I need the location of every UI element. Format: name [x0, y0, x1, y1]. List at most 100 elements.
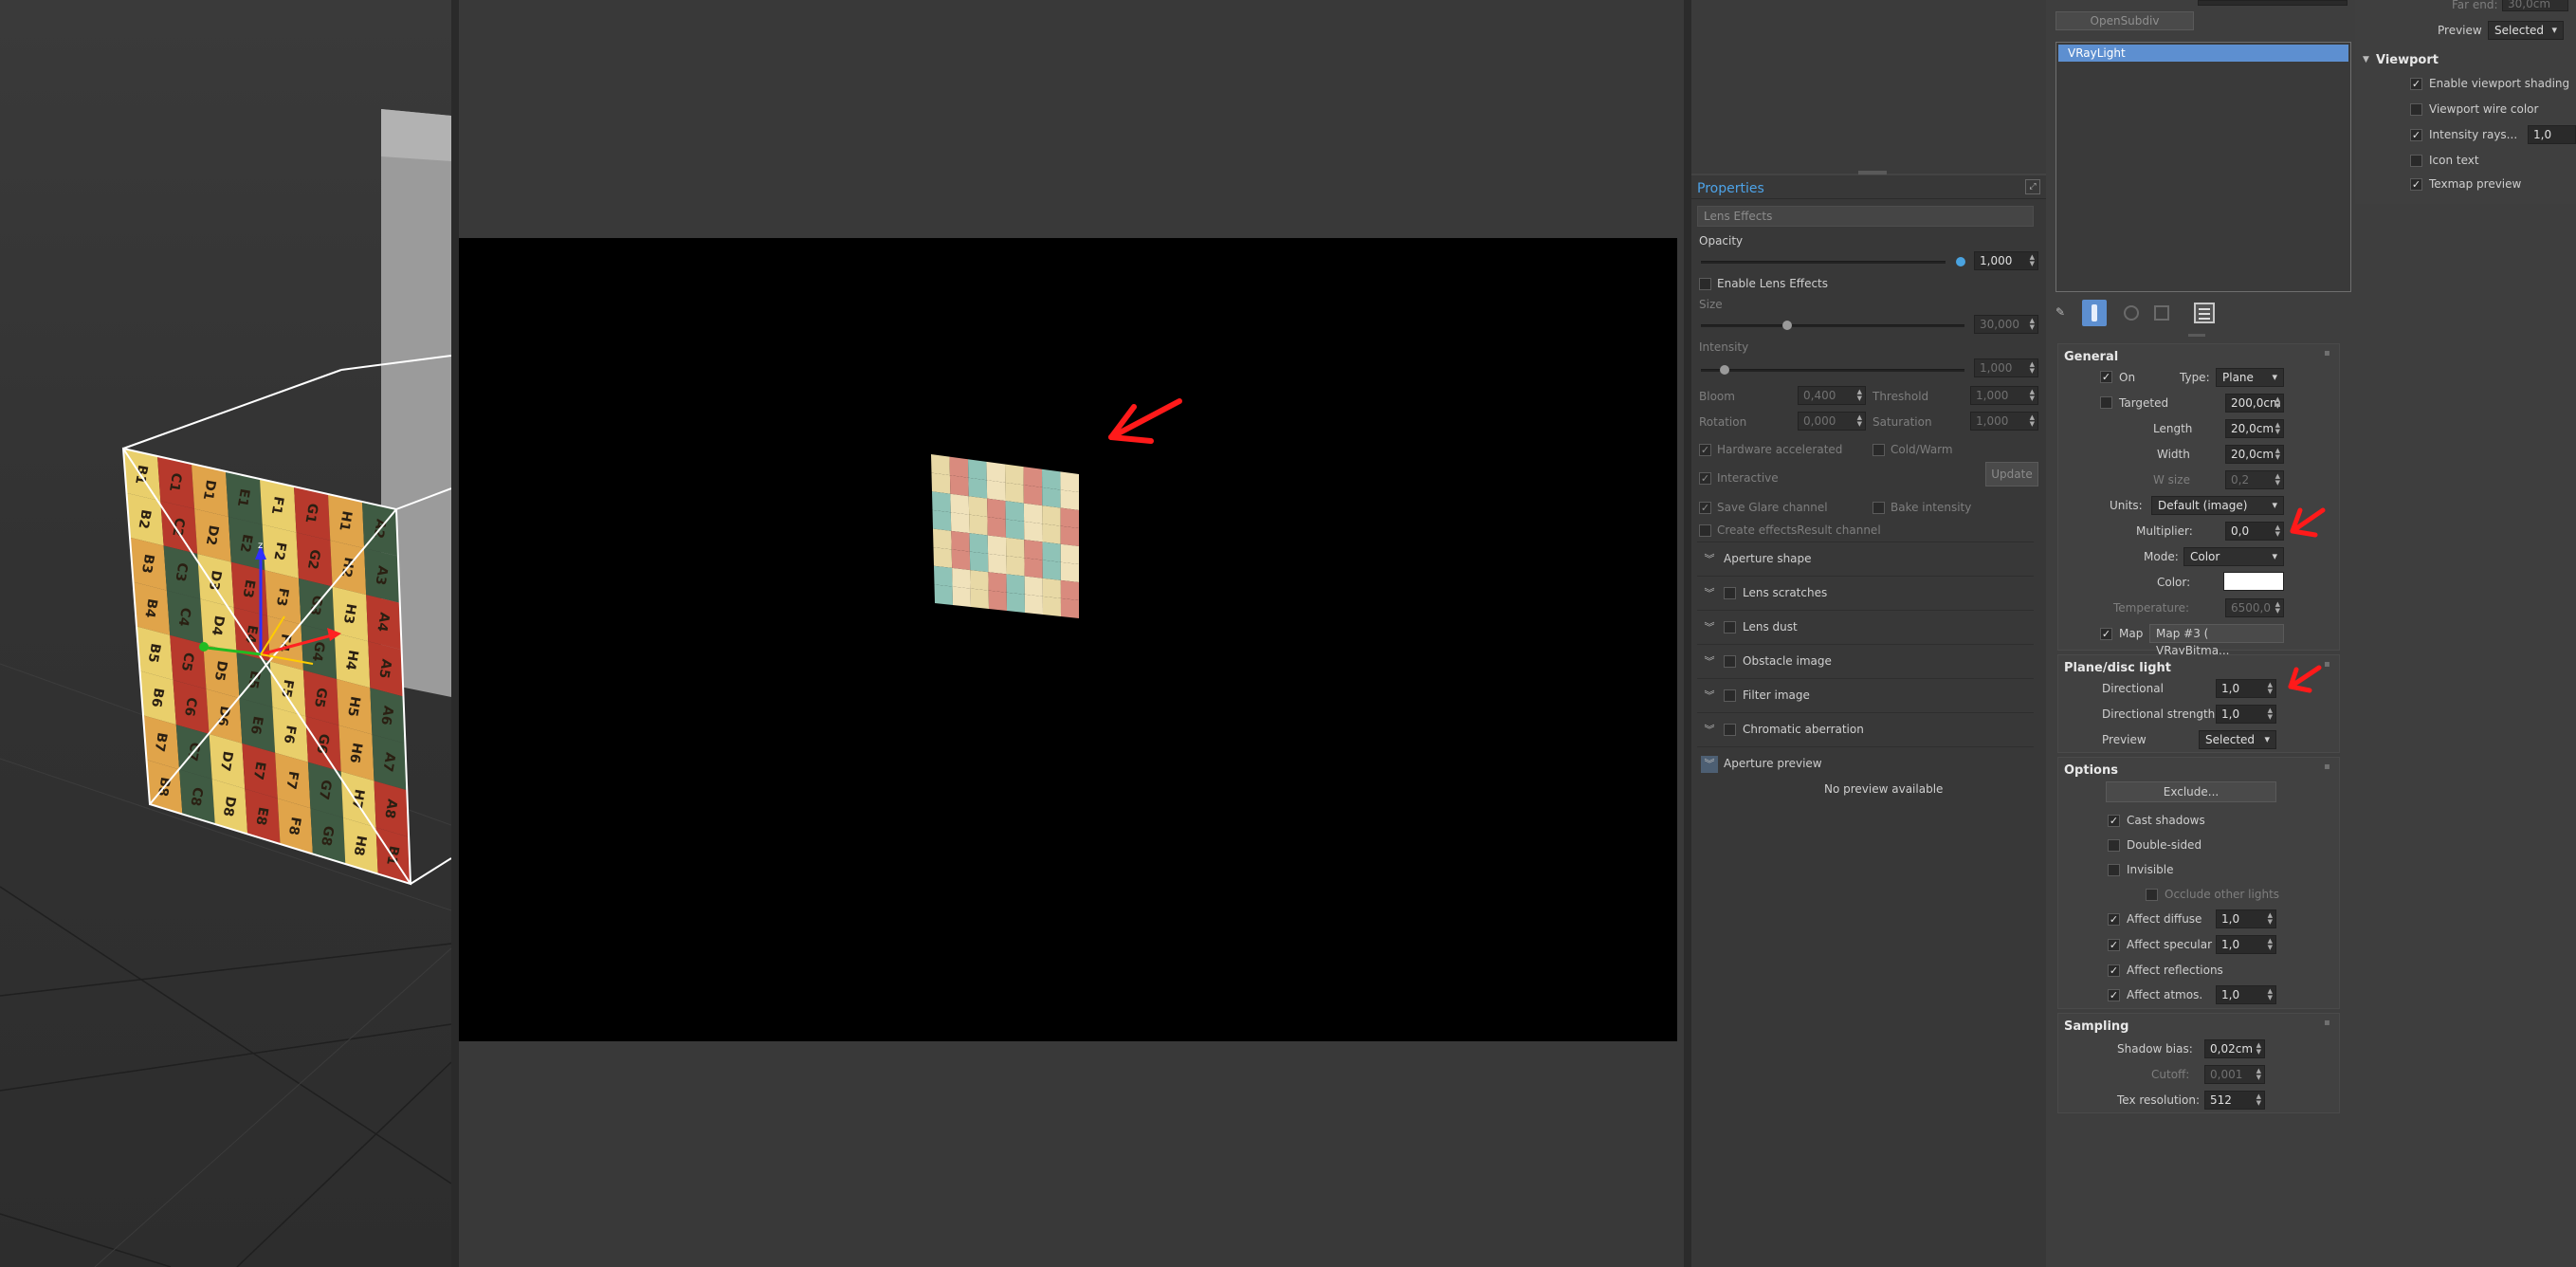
render-canvas[interactable]: [459, 238, 1677, 1041]
chromatic-aberration-checkbox[interactable]: [1724, 724, 1736, 736]
opensubdiv-button[interactable]: OpenSubdiv: [2055, 11, 2194, 30]
hierarchy-tab-icon[interactable]: [2124, 305, 2139, 321]
splitter-handle[interactable]: [1858, 171, 1887, 174]
targeted-checkbox[interactable]: [2100, 396, 2112, 409]
utilities-tab-icon[interactable]: [2194, 303, 2215, 323]
affect-diffuse-field[interactable]: 1,0 ▲ ▼: [2216, 909, 2276, 928]
directional-field[interactable]: 1,0 ▲ ▼: [2216, 679, 2276, 698]
map-checkbox[interactable]: ✓: [2100, 628, 2112, 640]
create-tab-icon[interactable]: ✎: [2055, 305, 2069, 321]
affect-specular-field[interactable]: 1,0 ▲ ▼: [2216, 935, 2276, 954]
rollout-lens-scratches[interactable]: ︾ Lens scratches: [1697, 576, 2034, 610]
rollout-aperture-shape[interactable]: ︾ Aperture shape: [1697, 542, 2034, 576]
chevron-down-icon[interactable]: ︾: [1701, 653, 1718, 670]
obstacle-image-checkbox[interactable]: [1724, 655, 1736, 668]
opacity-slider[interactable]: [1701, 261, 1946, 264]
collapse-triangle-icon[interactable]: ▼: [2363, 55, 2369, 64]
top-field-stub[interactable]: [2198, 0, 2348, 6]
size-field[interactable]: 30,000 ▲ ▼: [1974, 315, 2038, 334]
chevron-down-icon[interactable]: ︾: [1701, 756, 1718, 773]
intensity-rays-field[interactable]: 1,0: [2528, 125, 2576, 144]
viewport-separator[interactable]: [451, 0, 459, 1267]
type-dropdown[interactable]: Plane: [2216, 368, 2284, 387]
cold-warm-checkbox[interactable]: [1873, 444, 1885, 456]
opacity-slider-thumb[interactable]: [1956, 257, 1965, 266]
bake-intensity-checkbox[interactable]: [1873, 502, 1885, 514]
shadow-bias-field[interactable]: 0,02cm ▲ ▼: [2204, 1039, 2265, 1058]
cast-shadows-checkbox[interactable]: ✓: [2108, 815, 2120, 827]
update-button[interactable]: Update: [1985, 462, 2038, 487]
motion-tab-icon[interactable]: [2154, 305, 2169, 321]
size-slider[interactable]: [1701, 324, 1964, 327]
hardware-accelerated-checkbox[interactable]: ✓: [1699, 444, 1711, 456]
on-checkbox[interactable]: ✓: [2100, 371, 2112, 383]
preview-dropdown[interactable]: Selected: [2199, 730, 2276, 749]
rollout-label: Aperture shape: [1724, 552, 1812, 565]
size-slider-thumb[interactable]: [1782, 321, 1792, 330]
rollout-grip-icon[interactable]: ▪: [2324, 1018, 2330, 1028]
saturation-field[interactable]: 1,000 ▲ ▼: [1970, 412, 2038, 431]
opacity-field[interactable]: 1,000 ▲ ▼: [1974, 251, 2038, 270]
affect-atmos-field[interactable]: 1,0 ▲ ▼: [2216, 985, 2276, 1004]
viewport-wire-color-checkbox[interactable]: [2410, 103, 2422, 116]
affect-atmos-checkbox[interactable]: ✓: [2108, 989, 2120, 1001]
checker-tile: [951, 549, 971, 571]
lens-scratches-checkbox[interactable]: [1724, 587, 1736, 599]
double-sided-checkbox[interactable]: [2108, 839, 2120, 852]
threshold-field[interactable]: 1,000 ▲ ▼: [1970, 386, 2038, 405]
enable-lens-effects-checkbox[interactable]: [1699, 278, 1711, 290]
tab-grip[interactable]: [2188, 334, 2205, 337]
map-button[interactable]: Map #3 ( VRayBitma...: [2149, 624, 2284, 657]
chevron-down-icon[interactable]: ︾: [1701, 722, 1718, 739]
interactive-checkbox[interactable]: ✓: [1699, 472, 1711, 485]
rollout-lens-dust[interactable]: ︾ Lens dust: [1697, 610, 2034, 644]
chevron-down-icon[interactable]: ︾: [1701, 585, 1718, 602]
mode-dropdown[interactable]: Color: [2183, 547, 2284, 566]
rollout-grip-icon[interactable]: ▪: [2324, 348, 2330, 358]
annotation-arrow-head: [2288, 684, 2312, 693]
filter-image-checkbox[interactable]: [1724, 689, 1736, 702]
bloom-field[interactable]: 0,400 ▲ ▼: [1798, 386, 1866, 405]
cutoff-field[interactable]: 0,001 ▲ ▼: [2204, 1065, 2265, 1084]
invisible-checkbox[interactable]: [2108, 864, 2120, 876]
light-list[interactable]: VRayLight: [2055, 42, 2351, 292]
occlude-other-lights-checkbox[interactable]: [2146, 889, 2158, 901]
length-field[interactable]: 20,0cm ▲ ▼: [2225, 419, 2284, 438]
w-size-field[interactable]: 0,2 ▲ ▼: [2225, 470, 2284, 489]
affect-diffuse-checkbox[interactable]: ✓: [2108, 913, 2120, 926]
rollout-filter-image[interactable]: ︾ Filter image: [1697, 678, 2034, 712]
chevron-down-icon[interactable]: ︾: [1701, 551, 1718, 568]
units-dropdown[interactable]: Default (image): [2151, 496, 2284, 515]
perspective-viewport[interactable]: B1 C1 D1 E1 F1 G1 H1 A2 B2 C2 D2 E2 F2 G2 H2 A3 B3 C3 D3 E3…: [0, 0, 451, 1267]
affect-reflections-checkbox[interactable]: ✓: [2108, 964, 2120, 977]
exclude-button[interactable]: Exclude...: [2106, 781, 2276, 802]
create-effects-result-checkbox[interactable]: [1699, 524, 1711, 537]
rollout-obstacle-image[interactable]: ︾ Obstacle image: [1697, 644, 2034, 678]
rotation-field[interactable]: 0,000 ▲ ▼: [1798, 412, 1866, 431]
modify-tab-icon[interactable]: [2082, 300, 2107, 326]
far-end-field[interactable]: 30,0cm: [2502, 0, 2568, 11]
intensity-rays-checkbox[interactable]: ✓: [2410, 129, 2422, 141]
rollout-grip-icon[interactable]: ▪: [2324, 762, 2330, 772]
intensity-field[interactable]: 1,000 ▲ ▼: [1974, 358, 2038, 377]
directional-strength-field[interactable]: 1,0 ▲ ▼: [2216, 705, 2276, 724]
targeted-distance-field[interactable]: 200,0cm ▲ ▼: [2225, 394, 2284, 413]
texmap-preview-checkbox[interactable]: ✓: [2410, 178, 2422, 191]
intensity-slider-thumb[interactable]: [1720, 365, 1729, 375]
chevron-down-icon[interactable]: ︾: [1701, 688, 1718, 705]
rollout-chromatic-aberration[interactable]: ︾ Chromatic aberration: [1697, 712, 2034, 746]
enable-viewport-shading-checkbox[interactable]: ✓: [2410, 78, 2422, 90]
panel-separator[interactable]: [1684, 0, 1691, 1267]
width-field[interactable]: 20,0cm ▲ ▼: [2225, 445, 2284, 464]
lens-dust-checkbox[interactable]: [1724, 621, 1736, 634]
save-glare-checkbox[interactable]: ✓: [1699, 502, 1711, 514]
affect-specular-checkbox[interactable]: ✓: [2108, 939, 2120, 951]
intensity-slider[interactable]: [1701, 369, 1964, 372]
tex-resolution-field[interactable]: 512 ▲ ▼: [2204, 1091, 2265, 1110]
preview-dropdown[interactable]: Selected: [2488, 21, 2564, 40]
icon-text-checkbox[interactable]: [2410, 155, 2422, 167]
chevron-down-icon[interactable]: ︾: [1701, 619, 1718, 636]
expand-icon[interactable]: ⤢: [2025, 179, 2040, 194]
list-item[interactable]: VRayLight: [2058, 45, 2348, 62]
rollout-aperture-preview[interactable]: ︾ Aperture preview: [1697, 746, 2034, 780]
